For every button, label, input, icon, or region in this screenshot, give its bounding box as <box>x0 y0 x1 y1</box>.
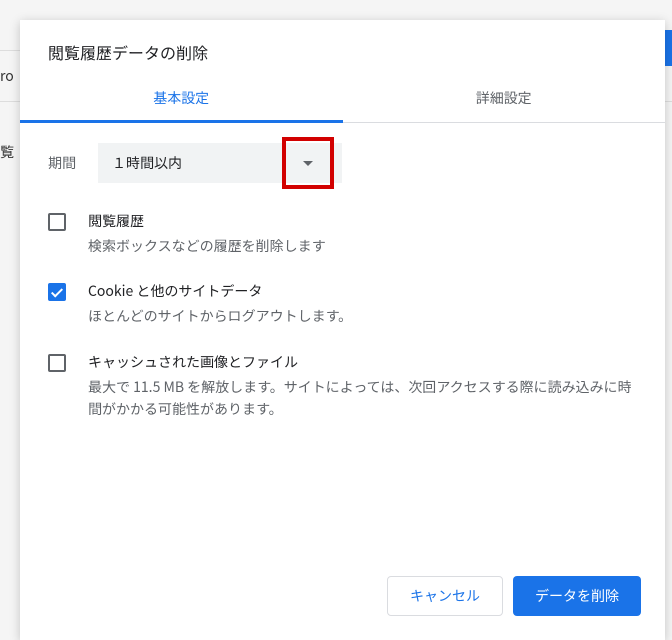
dialog-title: 閲覧履歴データの削除 <box>48 40 637 64</box>
option-desc: 最大で 11.5 MB を解放します。サイトによっては、次回アクセスする際に読み… <box>88 376 637 421</box>
dialog-header: 閲覧履歴データの削除 <box>20 20 665 74</box>
tab-basic[interactable]: 基本設定 <box>20 74 343 122</box>
option-title: Cookie と他のサイトデータ <box>88 281 637 301</box>
option-text: 閲覧履歴 検索ボックスなどの履歴を削除します <box>88 211 637 257</box>
option-title: 閲覧履歴 <box>88 211 637 231</box>
option-desc: ほとんどのサイトからログアウトします。 <box>88 305 637 327</box>
option-cookies: Cookie と他のサイトデータ ほとんどのサイトからログアウトします。 <box>48 281 637 327</box>
time-range-select[interactable]: １時間以内 <box>98 143 342 183</box>
checkbox-cache[interactable] <box>48 354 66 372</box>
checkbox-cookies[interactable] <box>48 283 66 301</box>
option-text: Cookie と他のサイトデータ ほとんどのサイトからログアウトします。 <box>88 281 637 327</box>
clear-data-button[interactable]: データを削除 <box>513 576 641 616</box>
dialog-footer: キャンセル データを削除 <box>20 560 665 640</box>
tab-advanced-label: 詳細設定 <box>476 88 532 108</box>
tab-bar: 基本設定 詳細設定 <box>20 74 665 123</box>
option-title: キャッシュされた画像とファイル <box>88 352 637 372</box>
time-range-label: 期間 <box>48 153 80 173</box>
checkbox-browsing-history[interactable] <box>48 213 66 231</box>
clear-data-button-label: データを削除 <box>535 588 619 604</box>
option-text: キャッシュされた画像とファイル 最大で 11.5 MB を解放します。サイトによ… <box>88 352 637 421</box>
time-range-value: １時間以内 <box>112 153 182 173</box>
cancel-button[interactable]: キャンセル <box>387 576 503 616</box>
red-highlight-annotation <box>282 137 334 189</box>
time-range-row: 期間 １時間以内 <box>48 143 637 183</box>
clear-browsing-data-dialog: 閲覧履歴データの削除 基本設定 詳細設定 期間 １時間以内 <box>20 20 665 640</box>
cancel-button-label: キャンセル <box>410 588 480 604</box>
tab-basic-label: 基本設定 <box>153 88 209 108</box>
dropdown-arrow-container <box>288 143 328 183</box>
option-cache: キャッシュされた画像とファイル 最大で 11.5 MB を解放します。サイトによ… <box>48 352 637 421</box>
tab-advanced[interactable]: 詳細設定 <box>343 74 666 122</box>
option-browsing-history: 閲覧履歴 検索ボックスなどの履歴を削除します <box>48 211 637 257</box>
time-range-select-box[interactable]: １時間以内 <box>98 143 342 183</box>
option-desc: 検索ボックスなどの履歴を削除します <box>88 235 637 257</box>
dialog-body: 期間 １時間以内 閲覧履歴 検索ボックスなどの履歴を削除します <box>20 123 665 560</box>
